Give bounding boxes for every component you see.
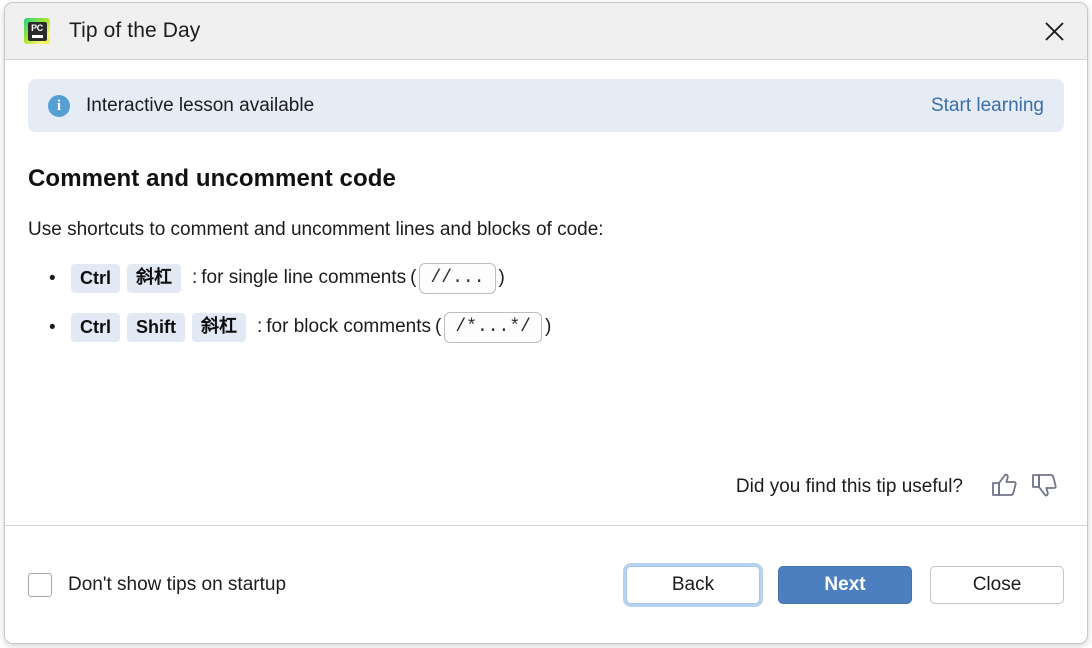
feedback-row: Did you find this tip useful?: [736, 467, 1064, 507]
key-badge-slash: 斜杠: [127, 263, 181, 293]
bullet-glyph: •: [49, 316, 56, 338]
thumbs-down-button[interactable]: [1024, 467, 1064, 507]
close-button[interactable]: [1021, 3, 1087, 59]
thumbs-up-button[interactable]: [984, 467, 1024, 507]
thumbs-up-icon: [988, 469, 1020, 506]
shortcut-description: for block comments: [266, 316, 432, 337]
key-badge-ctrl: Ctrl: [71, 263, 120, 293]
shortcut-list: • Ctrl 斜杠 : for single line comments ( /…: [28, 262, 1064, 343]
dont-show-tips-label: Don't show tips on startup: [68, 573, 287, 595]
tip-intro-text: Use shortcuts to comment and uncomment l…: [28, 219, 604, 240]
dialog-title: Tip of the Day: [69, 19, 201, 42]
dialog-titlebar: PC Tip of the Day: [5, 3, 1087, 60]
interactive-lesson-banner: i Interactive lesson available Start lea…: [28, 79, 1064, 132]
tip-title: Comment and uncomment code: [28, 165, 396, 192]
key-badge-ctrl: Ctrl: [71, 312, 120, 342]
thumbs-down-icon: [1028, 469, 1060, 506]
close-paren: ): [498, 267, 505, 288]
shortcut-separator: :: [192, 267, 198, 288]
pycharm-logo-bar: [31, 35, 43, 38]
bullet-glyph: •: [49, 267, 56, 289]
list-item: • Ctrl 斜杠 : for single line comments ( /…: [28, 262, 1064, 294]
dont-show-tips-checkbox[interactable]: [28, 572, 52, 597]
close-paren: ): [544, 316, 552, 337]
next-button[interactable]: Next: [778, 565, 912, 604]
shortcut-separator: :: [257, 316, 263, 337]
close-x-icon: [1043, 20, 1066, 43]
back-button[interactable]: Back: [623, 562, 763, 607]
dialog-content: i Interactive lesson available Start lea…: [5, 60, 1087, 525]
pycharm-logo-icon: PC: [24, 18, 50, 44]
tip-of-the-day-dialog: PC Tip of the Day i Interactive lesson a…: [4, 2, 1088, 644]
feedback-question: Did you find this tip useful?: [735, 476, 963, 497]
close-dialog-button[interactable]: Close: [930, 565, 1064, 604]
open-paren: (: [435, 316, 442, 337]
code-sample: /*...*/: [444, 311, 542, 343]
key-badge-shift: Shift: [127, 312, 185, 342]
dialog-footer: Don't show tips on startup Back Next Clo…: [5, 525, 1087, 643]
pycharm-logo-inner: PC: [27, 21, 47, 41]
dont-show-tips-checkbox-row[interactable]: Don't show tips on startup: [28, 572, 287, 597]
list-item: • Ctrl Shift 斜杠 : for block comments ( /…: [28, 311, 1064, 343]
key-badge-slash: 斜杠: [192, 312, 246, 342]
code-sample: //...: [419, 262, 496, 294]
info-circle-icon: i: [48, 94, 70, 117]
start-learning-link[interactable]: Start learning: [931, 95, 1044, 117]
footer-button-group: Back Next Close: [623, 562, 1064, 607]
open-paren: (: [410, 267, 417, 288]
lesson-banner-label: Interactive lesson available: [86, 94, 315, 116]
pycharm-logo-text: PC: [31, 22, 43, 33]
shortcut-description: for single line comments: [201, 267, 407, 288]
